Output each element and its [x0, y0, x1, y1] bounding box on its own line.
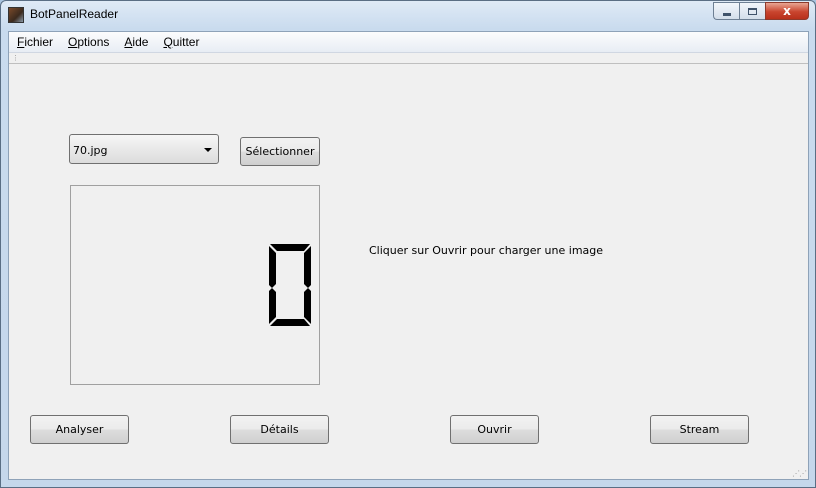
segment-bottom: [270, 319, 310, 326]
maximize-icon: [748, 7, 757, 15]
close-icon: x: [783, 4, 791, 18]
menu-fichier[interactable]: Fichier: [17, 35, 53, 49]
dropdown-arrow-icon[interactable]: [204, 148, 212, 152]
analyze-button[interactable]: Analyser: [30, 415, 129, 444]
menu-bar: Fichier Options Aide Quitter: [9, 32, 808, 53]
resize-grip-icon[interactable]: ⋰⋰: [792, 469, 807, 478]
menu-options[interactable]: Options: [68, 35, 109, 49]
menu-aide[interactable]: Aide: [124, 35, 148, 49]
application-window: BotPanelReader x Fichier Options Aide Qu…: [0, 0, 816, 488]
segment-top: [270, 244, 310, 251]
app-icon[interactable]: [8, 7, 24, 23]
image-preview: 0: [70, 185, 320, 385]
close-button[interactable]: x: [765, 2, 809, 20]
minimize-button[interactable]: [713, 2, 739, 20]
menu-quitter[interactable]: Quitter: [163, 35, 199, 49]
digit-segments: [269, 244, 311, 326]
minimize-icon: [722, 12, 731, 16]
segment-upper-left: [269, 246, 276, 288]
details-button[interactable]: Détails: [230, 415, 329, 444]
client-area: Fichier Options Aide Quitter ⋮ 70.jpg Sé…: [8, 31, 809, 480]
file-select-combo[interactable]: 70.jpg: [69, 134, 219, 164]
digit-value: 0: [71, 186, 72, 187]
caption-buttons: x: [713, 2, 809, 20]
segment-lower-left: [269, 288, 276, 324]
open-button[interactable]: Ouvrir: [450, 415, 539, 444]
seven-segment-digit-image: 0: [71, 186, 311, 326]
select-button[interactable]: Sélectionner: [240, 137, 320, 166]
file-select-value: 70.jpg: [73, 144, 108, 157]
stream-button[interactable]: Stream: [650, 415, 749, 444]
segment-upper-right: [304, 246, 311, 288]
maximize-button[interactable]: [739, 2, 765, 20]
toolbar-strip: ⋮: [9, 53, 808, 64]
title-bar[interactable]: BotPanelReader x: [1, 1, 815, 31]
window-title: BotPanelReader: [30, 7, 119, 21]
toolbar-grip-icon[interactable]: ⋮: [12, 54, 19, 62]
status-hint: Cliquer sur Ouvrir pour charger une imag…: [369, 244, 604, 257]
segment-lower-right: [304, 288, 311, 324]
